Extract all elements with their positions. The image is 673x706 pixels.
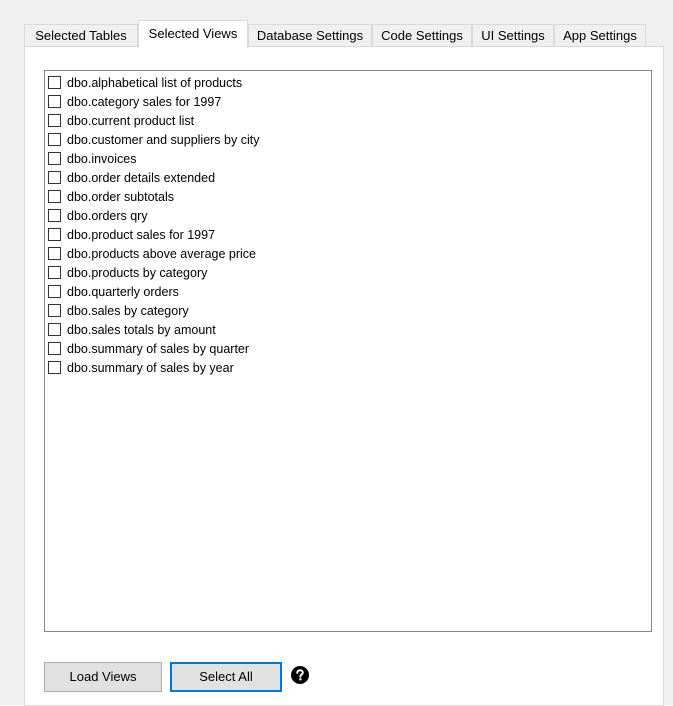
- list-item[interactable]: dbo.summary of sales by year: [48, 358, 234, 377]
- list-item-label: dbo.invoices: [67, 151, 137, 166]
- list-item-label: dbo.sales by category: [67, 303, 189, 318]
- checkbox[interactable]: [48, 228, 61, 241]
- list-item[interactable]: dbo.alphabetical list of products: [48, 73, 242, 92]
- checkbox[interactable]: [48, 209, 61, 222]
- select-all-button[interactable]: Select All: [170, 662, 282, 692]
- list-item[interactable]: dbo.products above average price: [48, 244, 256, 263]
- list-item-label: dbo.product sales for 1997: [67, 227, 216, 242]
- checkbox[interactable]: [48, 152, 61, 165]
- list-item[interactable]: dbo.sales totals by amount: [48, 320, 216, 339]
- list-item-label: dbo.products by category: [67, 265, 208, 280]
- load-views-button[interactable]: Load Views: [44, 662, 162, 692]
- list-item[interactable]: dbo.products by category: [48, 263, 207, 282]
- list-item-label: dbo.products above average price: [67, 246, 257, 261]
- tab-selected-tables[interactable]: Selected Tables: [24, 24, 138, 46]
- list-item[interactable]: dbo.sales by category: [48, 301, 189, 320]
- tab-app-settings[interactable]: App Settings: [554, 24, 646, 46]
- list-item-label: dbo.current product list: [67, 113, 195, 128]
- tab-code-settings[interactable]: Code Settings: [372, 24, 472, 46]
- checkbox[interactable]: [48, 323, 61, 336]
- views-checked-list[interactable]: dbo.alphabetical list of products dbo.ca…: [44, 70, 652, 632]
- list-item[interactable]: dbo.product sales for 1997: [48, 225, 215, 244]
- list-item[interactable]: dbo.category sales for 1997: [48, 92, 221, 111]
- list-item-label: dbo.summary of sales by quarter: [67, 341, 250, 356]
- checkbox[interactable]: [48, 304, 61, 317]
- list-item[interactable]: dbo.order details extended: [48, 168, 215, 187]
- list-item-label: dbo.sales totals by amount: [67, 322, 216, 337]
- checkbox[interactable]: [48, 285, 61, 298]
- checkbox[interactable]: [48, 247, 61, 260]
- tab-ui-settings[interactable]: UI Settings: [472, 24, 554, 46]
- checkbox[interactable]: [48, 190, 61, 203]
- checkbox[interactable]: [48, 342, 61, 355]
- list-item[interactable]: dbo.current product list: [48, 111, 194, 130]
- checkbox[interactable]: [48, 266, 61, 279]
- checkbox[interactable]: [48, 361, 61, 374]
- list-item[interactable]: dbo.invoices: [48, 149, 137, 168]
- list-item[interactable]: dbo.quarterly orders: [48, 282, 179, 301]
- checkbox[interactable]: [48, 171, 61, 184]
- list-item-label: dbo.category sales for 1997: [67, 94, 222, 109]
- list-item[interactable]: dbo.order subtotals: [48, 187, 174, 206]
- tab-selected-views[interactable]: Selected Views: [138, 20, 248, 48]
- checkbox[interactable]: [48, 76, 61, 89]
- checkbox[interactable]: [48, 95, 61, 108]
- list-item-label: dbo.customer and suppliers by city: [67, 132, 260, 147]
- list-item-label: dbo.quarterly orders: [67, 284, 179, 299]
- list-item-label: dbo.order subtotals: [67, 189, 175, 204]
- list-item-label: dbo.alphabetical list of products: [67, 75, 243, 90]
- question-circle-icon[interactable]: [291, 666, 309, 684]
- tab-database-settings[interactable]: Database Settings: [248, 24, 372, 46]
- list-item-label: dbo.order details extended: [67, 170, 216, 185]
- checkbox[interactable]: [48, 133, 61, 146]
- list-item[interactable]: dbo.customer and suppliers by city: [48, 130, 259, 149]
- list-item[interactable]: dbo.summary of sales by quarter: [48, 339, 249, 358]
- list-item[interactable]: dbo.orders qry: [48, 206, 148, 225]
- list-item-label: dbo.orders qry: [67, 208, 148, 223]
- checkbox[interactable]: [48, 114, 61, 127]
- tab-strip: Selected Tables Selected Views Database …: [0, 0, 673, 48]
- list-item-label: dbo.summary of sales by year: [67, 360, 234, 375]
